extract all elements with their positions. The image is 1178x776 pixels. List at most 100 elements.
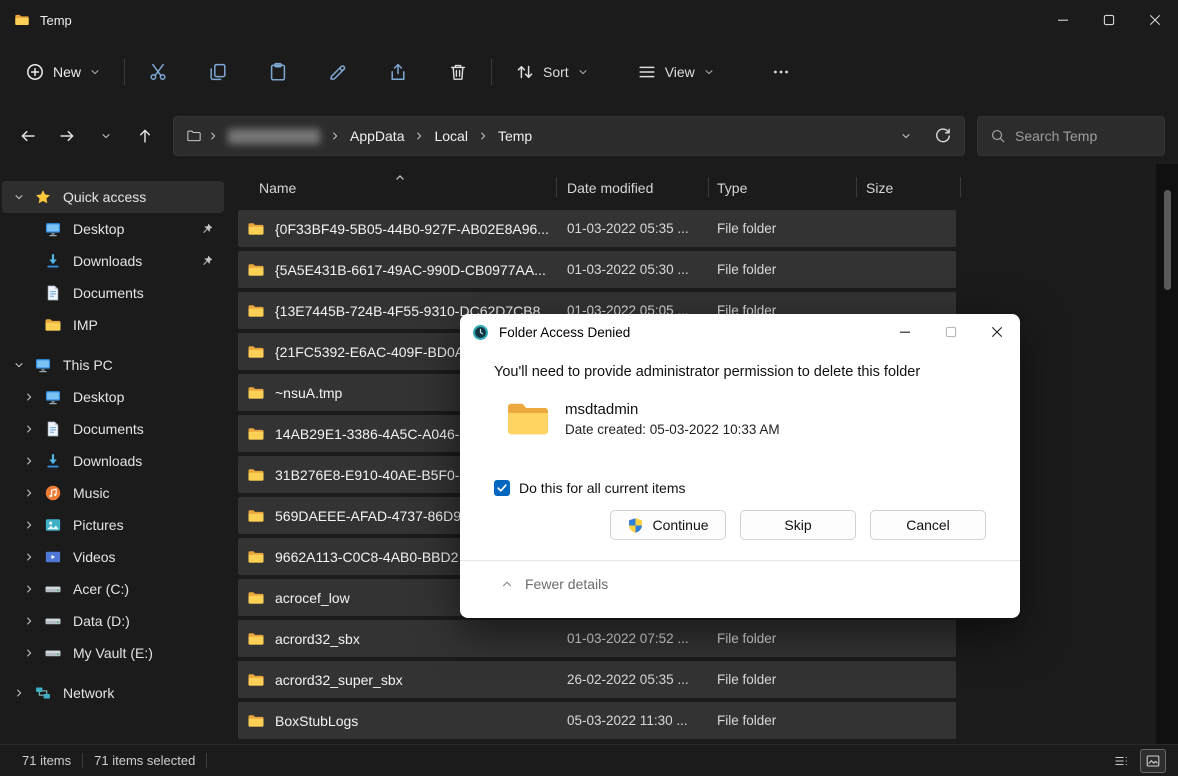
redacted-user-segment[interactable] — [228, 129, 320, 144]
see-more-button[interactable] — [760, 53, 802, 91]
sidebar-item-downloads[interactable]: Downloads — [2, 245, 224, 277]
chevron-right-icon[interactable] — [16, 615, 42, 627]
chevron-right-icon[interactable] — [16, 487, 42, 499]
column-divider[interactable] — [556, 177, 557, 197]
folder-icon — [247, 384, 265, 402]
sidebar-item-network[interactable]: Network — [2, 677, 224, 709]
file-type: File folder — [717, 672, 776, 687]
forward-button[interactable] — [49, 119, 85, 153]
column-divider[interactable] — [856, 177, 857, 197]
close-button[interactable] — [1132, 0, 1178, 40]
scrollbar-thumb[interactable] — [1164, 190, 1171, 290]
skip-button[interactable]: Skip — [740, 510, 856, 540]
sidebar-item-music[interactable]: Music — [2, 477, 224, 509]
sidebar-item-imp[interactable]: IMP — [2, 309, 224, 341]
file-row[interactable]: BoxStubLogs05-03-2022 11:30 ...File fold… — [238, 702, 956, 739]
rename-button[interactable] — [317, 53, 359, 91]
sidebar-item-pictures[interactable]: Pictures — [2, 509, 224, 541]
up-button[interactable] — [127, 119, 163, 153]
search-box[interactable]: Search Temp — [977, 116, 1165, 156]
sidebar-item-videos[interactable]: Videos — [2, 541, 224, 573]
details-toggle-label: Fewer details — [525, 576, 608, 592]
sidebar-item-label: Desktop — [73, 221, 124, 237]
recent-locations-button[interactable] — [88, 119, 124, 153]
file-name: 31B276E8-E910-40AE-B5F0-F — [275, 467, 468, 483]
details-toggle[interactable]: Fewer details — [460, 561, 1020, 592]
sort-button[interactable]: Sort — [504, 53, 600, 91]
sidebar-item-my-vault-e[interactable]: My Vault (E:) — [2, 637, 224, 669]
up-icon — [136, 127, 154, 145]
sidebar-item-quick-access[interactable]: Quick access — [2, 181, 224, 213]
view-icon — [637, 62, 657, 82]
dialog-checkbox-label[interactable]: Do this for all current items — [519, 480, 686, 496]
view-button[interactable]: View — [626, 53, 726, 91]
maximize-button[interactable] — [1086, 0, 1132, 40]
chevron-right-icon[interactable] — [16, 391, 42, 403]
share-icon — [388, 62, 408, 82]
cut-button[interactable] — [137, 53, 179, 91]
new-button[interactable]: New — [14, 53, 112, 91]
chevron-right-icon[interactable] — [16, 647, 42, 659]
refresh-icon[interactable] — [934, 127, 952, 145]
address-bar[interactable]: AppData Local Temp — [173, 116, 965, 156]
chevron-right-icon[interactable] — [16, 519, 42, 531]
file-row[interactable]: acrord32_sbx01-03-2022 07:52 ...File fol… — [238, 620, 956, 657]
chevron-down-icon[interactable] — [6, 191, 32, 203]
chevron-right-icon[interactable] — [16, 583, 42, 595]
window-controls — [1040, 0, 1178, 40]
sidebar-item-desktop[interactable]: Desktop — [2, 381, 224, 413]
chevron-right-icon[interactable] — [16, 551, 42, 563]
breadcrumb-segment-appdata[interactable]: AppData — [346, 126, 408, 146]
dialog-window-controls — [882, 314, 1020, 350]
file-type: File folder — [717, 713, 776, 728]
column-divider[interactable] — [708, 177, 709, 197]
dialog-close-button[interactable] — [974, 314, 1020, 350]
sidebar-item-documents[interactable]: Documents — [2, 413, 224, 445]
file-date-modified: 01-03-2022 05:30 ... — [567, 262, 689, 277]
dialog-item-name: msdtadmin — [565, 401, 780, 418]
status-divider — [206, 753, 207, 768]
chevron-right-icon[interactable] — [6, 687, 32, 699]
scrollbar-track[interactable] — [1156, 164, 1178, 744]
title-bar: Temp — [0, 0, 1178, 40]
chevron-right-icon[interactable] — [16, 423, 42, 435]
continue-button[interactable]: Continue — [610, 510, 726, 540]
breadcrumb-segment-local[interactable]: Local — [430, 126, 471, 146]
file-type: File folder — [717, 262, 776, 277]
chevron-down-icon[interactable] — [6, 359, 32, 371]
column-divider[interactable] — [960, 177, 961, 197]
column-header-size[interactable]: Size — [866, 180, 893, 196]
sidebar-item-documents[interactable]: Documents — [2, 277, 224, 309]
folder-icon — [247, 220, 265, 238]
sidebar-item-downloads[interactable]: Downloads — [2, 445, 224, 477]
pin-icon — [200, 222, 214, 236]
sidebar-item-this-pc[interactable]: This PC — [2, 349, 224, 381]
chevron-right-icon[interactable] — [16, 455, 42, 467]
delete-button[interactable] — [437, 53, 479, 91]
column-header-name[interactable]: Name — [259, 180, 296, 196]
column-header-date-modified[interactable]: Date modified — [567, 180, 653, 196]
cancel-button[interactable]: Cancel — [870, 510, 986, 540]
file-name: 14AB29E1-3386-4A5C-A046- — [275, 426, 459, 442]
minimize-button[interactable] — [1040, 0, 1086, 40]
dialog-minimize-button[interactable] — [882, 314, 928, 350]
copy-button[interactable] — [197, 53, 239, 91]
sidebar-item-desktop[interactable]: Desktop — [2, 213, 224, 245]
breadcrumb-segment-temp[interactable]: Temp — [494, 126, 536, 146]
file-row[interactable]: {0F33BF49-5B05-44B0-927F-AB02E8A96...01-… — [238, 210, 956, 247]
sidebar-spacer — [0, 341, 230, 349]
file-row[interactable]: acrord32_super_sbx26-02-2022 05:35 ...Fi… — [238, 661, 956, 698]
paste-button[interactable] — [257, 53, 299, 91]
column-header-type[interactable]: Type — [717, 180, 747, 196]
sidebar-item-label: Music — [73, 485, 110, 501]
details-view-button[interactable] — [1108, 749, 1134, 773]
sidebar-item-acer-c[interactable]: Acer (C:) — [2, 573, 224, 605]
sidebar-item-data-d[interactable]: Data (D:) — [2, 605, 224, 637]
thumbnail-view-button[interactable] — [1140, 749, 1166, 773]
continue-label: Continue — [652, 517, 708, 533]
address-dropdown-icon[interactable] — [900, 130, 912, 142]
share-button[interactable] — [377, 53, 419, 91]
dialog-checkbox[interactable] — [494, 480, 510, 496]
back-button[interactable] — [10, 119, 46, 153]
file-row[interactable]: {5A5E431B-6617-49AC-990D-CB0977AA...01-0… — [238, 251, 956, 288]
